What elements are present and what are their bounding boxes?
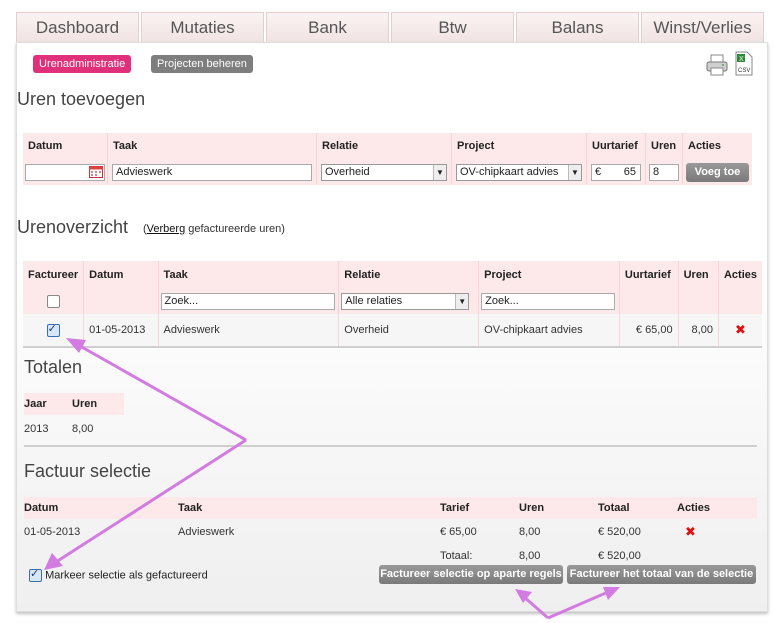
col-factureer: Factureer: [23, 261, 85, 288]
col-uurtarief: Uurtarief: [586, 133, 646, 159]
add-button[interactable]: Voeg toe: [686, 162, 749, 182]
project-select-value: OV-chipkaart advies: [460, 165, 559, 178]
col-taak: Taak: [158, 261, 340, 288]
csv-icon[interactable]: X CSV: [733, 51, 755, 77]
sum-label: Totaal:: [440, 550, 473, 562]
sum-totaal: € 520,00: [598, 550, 641, 562]
row-taak: Advieswerk: [158, 314, 340, 347]
delete-icon[interactable]: ✖: [685, 524, 696, 539]
col-tarief: Tarief: [440, 502, 470, 514]
invoice-sum-row: Totaal: 8,00 € 520,00: [24, 545, 757, 567]
totals-jaar: 2013: [24, 423, 49, 435]
inv-taak: Advieswerk: [178, 526, 235, 538]
col-uren: Uren: [678, 261, 719, 288]
printer-icon[interactable]: [705, 53, 729, 77]
tab-balans[interactable]: Balans: [516, 12, 639, 42]
col-relatie: Relatie: [316, 133, 452, 159]
toggle-suffix: gefactureerde uren): [185, 223, 285, 235]
svg-text:CSV: CSV: [738, 68, 750, 74]
task-filter-input[interactable]: Zoek...: [160, 292, 335, 310]
tab-bank[interactable]: Bank: [266, 12, 389, 42]
inv-datum: 01-05-2013: [24, 526, 81, 538]
row-relatie: Overheid: [338, 314, 480, 347]
subnav-urenadministratie[interactable]: Urenadministratie: [33, 55, 132, 73]
col-uurtarief: Uurtarief: [619, 261, 679, 288]
add-hours-table: Datum Taak Relatie Project Uurtarief Ure…: [23, 133, 752, 185]
chevron-down-icon: ▼: [455, 293, 469, 309]
relation-filter-value: Alle relaties: [345, 294, 403, 307]
sum-uren: 8,00: [519, 550, 541, 562]
project-filter-input[interactable]: Zoek...: [481, 292, 616, 310]
col-datum: Datum: [83, 261, 159, 288]
inv-totaal: € 520,00: [598, 526, 641, 538]
section-title-invoice: Factuur selectie: [24, 461, 152, 481]
hours-input[interactable]: 8: [649, 163, 679, 181]
main-tabs: Dashboard Mutaties Bank Btw Balans Winst…: [16, 12, 768, 42]
row-project: OV-chipkaart advies: [478, 314, 620, 347]
totals-uren: 8,00: [72, 423, 94, 435]
col-project: Project: [478, 261, 620, 288]
inv-uren: 8,00: [519, 526, 541, 538]
mark-invoiced-option[interactable]: Markeer selectie als gefactureerd: [29, 567, 208, 582]
section-title-totals: Totalen: [24, 357, 83, 377]
tab-winst-verlies[interactable]: Winst/Verlies: [641, 12, 764, 42]
content-panel: Urenadministratie Projecten beheren X CSV…: [16, 42, 768, 612]
task-input[interactable]: Advieswerk: [112, 163, 312, 181]
col-project: Project: [451, 133, 587, 159]
tab-mutaties[interactable]: Mutaties: [141, 12, 264, 42]
currency-symbol: €: [595, 165, 602, 178]
col-datum: Datum: [23, 133, 108, 159]
section-title-add: Uren toevoegen: [17, 89, 146, 109]
project-select[interactable]: OV-chipkaart advies ▼: [456, 163, 582, 181]
tab-btw[interactable]: Btw: [391, 12, 514, 42]
inv-tarief: € 65,00: [440, 526, 477, 538]
tab-dashboard[interactable]: Dashboard: [16, 12, 139, 42]
col-acties: Acties: [688, 140, 722, 152]
col-uren: Uren: [72, 398, 98, 410]
svg-text:X: X: [739, 56, 744, 63]
invoice-separate-button[interactable]: Factureer selectie op aparte regels: [379, 565, 563, 584]
col-taak: Taak: [178, 502, 203, 514]
hide-invoiced-link[interactable]: Verberg: [147, 223, 186, 235]
select-all-checkbox[interactable]: [46, 294, 60, 308]
subnav-projecten-beheren[interactable]: Projecten beheren: [151, 55, 253, 73]
col-totaal: Totaal: [598, 502, 630, 514]
chevron-down-icon: ▼: [568, 164, 581, 180]
col-uren: Uren: [645, 133, 683, 159]
divider: [24, 445, 757, 447]
table-row: 01-05-2013 Advieswerk Overheid OV-chipka…: [23, 314, 762, 347]
col-uren: Uren: [519, 502, 545, 514]
invoice-table: Datum Taak Tarief Uren Totaal Acties 01-…: [24, 497, 757, 567]
rate-input[interactable]: €65: [591, 163, 641, 181]
col-relatie: Relatie: [338, 261, 480, 288]
col-datum: Datum: [24, 502, 59, 514]
col-acties: Acties: [677, 502, 711, 514]
section-title-overview: Urenoverzicht: [17, 217, 129, 237]
row-uren: 8,00: [678, 314, 719, 347]
totals-table: Jaar Uren 2013 8,00: [24, 393, 124, 443]
toggle-invoiced: (Verberg gefactureerde uren): [143, 223, 285, 235]
col-taak: Taak: [107, 133, 317, 159]
chevron-down-icon: ▼: [433, 164, 446, 180]
col-acties: Acties: [723, 268, 757, 281]
mark-invoiced-label: Markeer selectie als gefactureerd: [45, 569, 208, 582]
relation-select[interactable]: Overheid ▼: [321, 163, 447, 181]
mark-invoiced-checkbox[interactable]: [29, 567, 42, 582]
row-datum: 01-05-2013: [83, 314, 159, 347]
row-invoice-checkbox[interactable]: [46, 322, 60, 337]
delete-icon[interactable]: ✖: [735, 322, 746, 337]
hours-overview-table: Factureer Datum Taak Relatie Project Uur…: [23, 261, 762, 348]
rate-value: 65: [623, 165, 636, 178]
invoice-total-button[interactable]: Factureer het totaal van de selectie: [567, 565, 756, 584]
relation-filter-select[interactable]: Alle relaties ▼: [341, 292, 470, 310]
col-jaar: Jaar: [24, 398, 47, 410]
table-row: 01-05-2013 Advieswerk € 65,00 8,00 € 520…: [24, 519, 757, 545]
relation-select-value: Overheid: [325, 165, 370, 178]
calendar-icon[interactable]: [89, 165, 103, 178]
row-tarief: € 65,00: [619, 314, 679, 347]
